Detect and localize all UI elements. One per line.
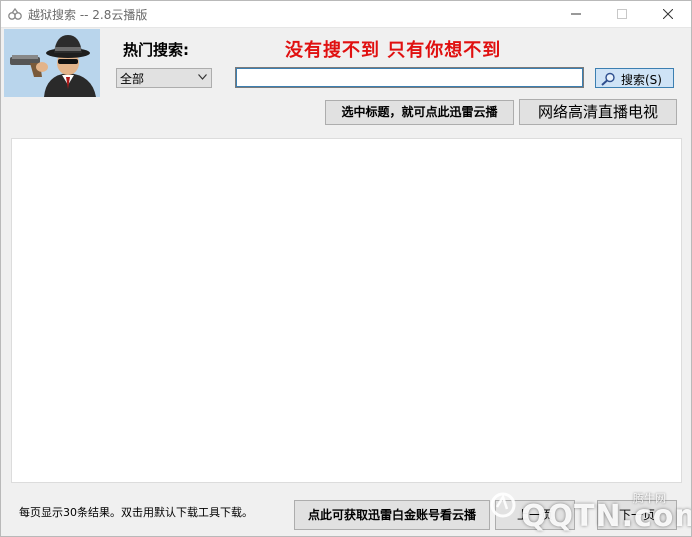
xunlei-play-selected-button[interactable]: 选中标题，就可点此迅雷云播 — [325, 100, 514, 125]
close-button[interactable] — [645, 1, 691, 27]
window-title: 越狱搜索 -- 2.8云播版 — [28, 8, 148, 22]
results-list[interactable] — [11, 138, 682, 483]
title-bar: 越狱搜索 -- 2.8云播版 — [1, 1, 691, 28]
minimize-button[interactable] — [553, 1, 599, 27]
close-icon — [662, 8, 674, 20]
gangster-with-gun-icon — [10, 35, 96, 97]
hot-search-label: 热门搜索: — [123, 41, 189, 59]
slogan-text: 没有搜不到 只有你想不到 — [285, 40, 502, 61]
minimize-icon — [571, 13, 581, 15]
live-tv-button[interactable]: 网络高清直播电视 — [519, 99, 677, 125]
search-button[interactable]: 搜索(S) — [595, 68, 674, 88]
maximize-icon — [617, 9, 627, 19]
gangster-logo — [4, 29, 100, 97]
get-account-button[interactable]: 点此可获取迅雷白金账号看云播 — [294, 500, 490, 530]
results-info-text: 每页显示30条结果。双击用默认下载工具下载。 — [19, 506, 253, 519]
search-icon — [601, 72, 615, 86]
app-window: 越狱搜索 -- 2.8云播版 热门搜索: 没有搜不到 只有你想不到 全部 搜索(… — [0, 0, 692, 537]
category-dropdown[interactable]: 全部 — [116, 68, 212, 88]
watermark-text: QQTN.com — [521, 499, 692, 534]
chevron-down-icon — [198, 74, 207, 80]
search-input[interactable] — [235, 67, 584, 88]
category-selected-value: 全部 — [120, 72, 145, 86]
search-button-label: 搜索(S) — [621, 73, 662, 87]
app-icon — [8, 7, 22, 20]
maximize-button[interactable] — [599, 1, 645, 27]
